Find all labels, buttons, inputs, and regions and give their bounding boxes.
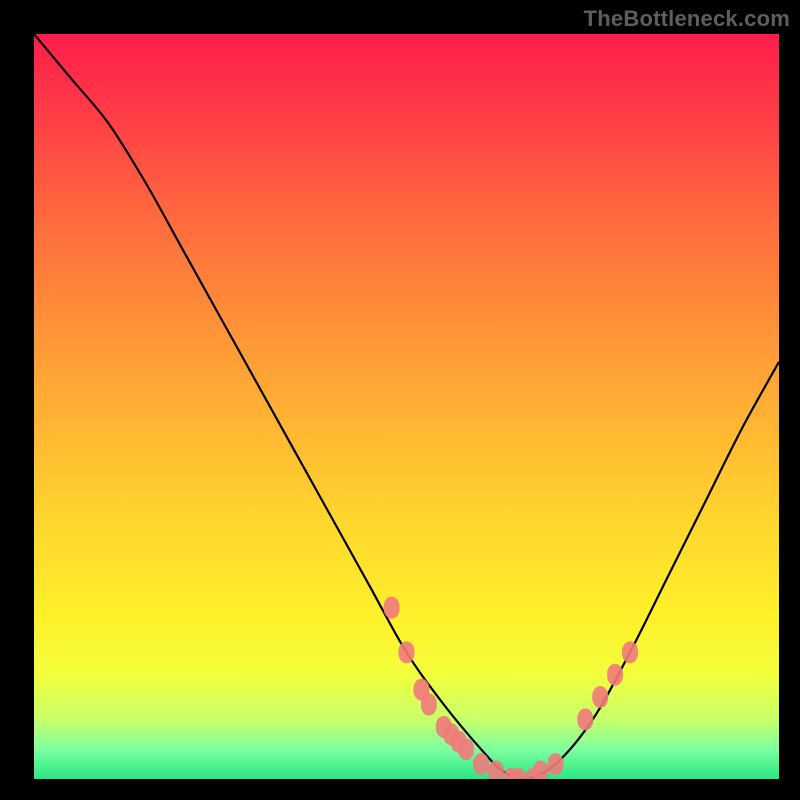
highlight-dot: [384, 597, 400, 619]
highlight-dot: [622, 641, 638, 663]
highlight-dot: [458, 738, 474, 760]
chart-svg: [34, 34, 779, 779]
highlight-dot: [421, 694, 437, 716]
highlight-dot: [473, 753, 489, 775]
chart-plot-area: [34, 34, 779, 779]
bottleneck-curve: [34, 34, 779, 779]
highlight-dots-group: [384, 597, 638, 779]
highlight-dot: [488, 761, 504, 779]
highlight-dot: [577, 708, 593, 730]
highlight-dot: [607, 664, 623, 686]
highlight-dot: [533, 761, 549, 779]
highlight-dot: [399, 641, 415, 663]
watermark-text: TheBottleneck.com: [584, 6, 790, 32]
highlight-dot: [548, 753, 564, 775]
highlight-dot: [592, 686, 608, 708]
